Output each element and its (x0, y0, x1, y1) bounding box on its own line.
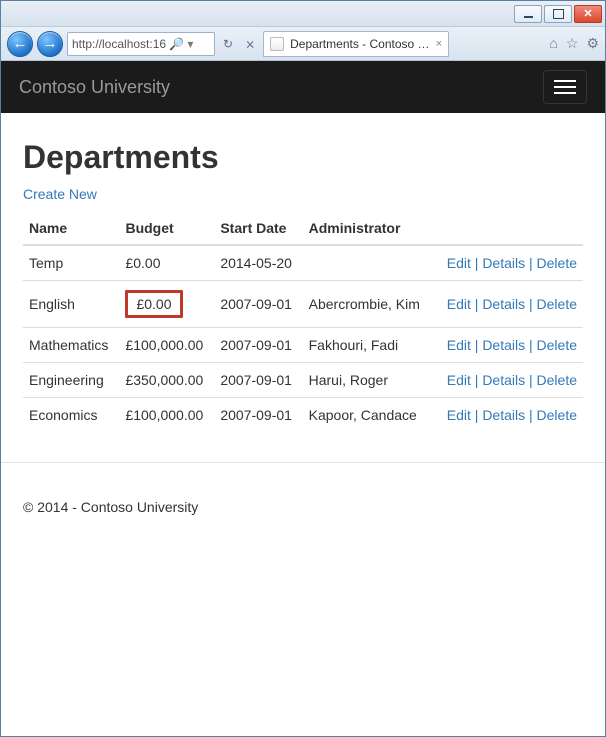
table-row: Mathematics£100,000.002007-09-01Fakhouri… (23, 328, 583, 363)
col-budget: Budget (119, 212, 214, 245)
details-link[interactable]: Details (482, 255, 525, 271)
hamburger-bar-icon (554, 92, 576, 94)
nav-toggle-button[interactable] (543, 70, 587, 104)
back-button[interactable]: ← (7, 31, 33, 57)
arrow-right-icon: → (43, 35, 58, 52)
tab-close-button[interactable]: × (436, 38, 442, 50)
page-viewport: Contoso University Departments Create Ne… (1, 61, 605, 736)
cell-budget: £0.00 (119, 245, 214, 281)
browser-window: ✕ ← → http://localhost:16 🔎 ▾ ↻ ⨯ Depart… (0, 0, 606, 737)
site-navbar: Contoso University (1, 61, 605, 113)
details-link[interactable]: Details (482, 372, 525, 388)
cell-admin: Fakhouri, Fadi (303, 328, 433, 363)
edit-link[interactable]: Edit (447, 255, 471, 271)
col-admin: Administrator (303, 212, 433, 245)
delete-link[interactable]: Delete (537, 296, 577, 312)
col-name: Name (23, 212, 119, 245)
table-row: Economics£100,000.002007-09-01Kapoor, Ca… (23, 398, 583, 433)
create-new-link[interactable]: Create New (23, 186, 97, 202)
address-bar[interactable]: http://localhost:16 🔎 ▾ (67, 32, 215, 56)
window-close-button[interactable]: ✕ (574, 5, 602, 23)
window-maximize-button[interactable] (544, 5, 572, 23)
cell-actions: Edit | Details | Delete (433, 363, 583, 398)
cell-actions: Edit | Details | Delete (433, 245, 583, 281)
table-row: Temp£0.002014-05-20 Edit | Details | Dele… (23, 245, 583, 281)
delete-link[interactable]: Delete (537, 407, 577, 423)
action-sep: | (525, 296, 536, 312)
col-actions (433, 212, 583, 245)
hamburger-bar-icon (554, 86, 576, 88)
action-sep: | (525, 255, 536, 271)
table-row: Engineering£350,000.002007-09-01Harui, R… (23, 363, 583, 398)
cell-start: 2007-09-01 (214, 363, 302, 398)
address-url: http://localhost:16 (72, 37, 166, 51)
favicon-icon (270, 37, 284, 51)
browser-tab[interactable]: Departments - Contoso Un... × (263, 31, 449, 57)
hamburger-bar-icon (554, 80, 576, 82)
footer-divider (1, 462, 605, 463)
cell-budget: £100,000.00 (119, 398, 214, 433)
edit-link[interactable]: Edit (447, 337, 471, 353)
details-link[interactable]: Details (482, 337, 525, 353)
cell-start: 2007-09-01 (214, 328, 302, 363)
budget-highlighted: £0.00 (125, 290, 182, 318)
cell-actions: Edit | Details | Delete (433, 398, 583, 433)
page-footer: © 2014 - Contoso University (1, 481, 605, 533)
action-sep: | (525, 337, 536, 353)
toolbar-right-icons: ⌂ ☆ ⚙ (549, 35, 599, 52)
cell-actions: Edit | Details | Delete (433, 281, 583, 328)
cell-actions: Edit | Details | Delete (433, 328, 583, 363)
edit-link[interactable]: Edit (447, 407, 471, 423)
gear-icon[interactable]: ⚙ (586, 35, 599, 52)
cell-admin: Kapoor, Candace (303, 398, 433, 433)
delete-link[interactable]: Delete (537, 337, 577, 353)
cell-name: English (23, 281, 119, 328)
cell-budget: £0.00 (119, 281, 214, 328)
delete-link[interactable]: Delete (537, 255, 577, 271)
arrow-left-icon: ← (13, 35, 28, 52)
cell-start: 2007-09-01 (214, 398, 302, 433)
departments-table: Name Budget Start Date Administrator Tem… (23, 212, 583, 432)
stop-button[interactable]: ⨯ (245, 37, 255, 51)
site-brand[interactable]: Contoso University (19, 77, 170, 98)
action-sep: | (471, 255, 482, 271)
cell-budget: £350,000.00 (119, 363, 214, 398)
forward-button[interactable]: → (37, 31, 63, 57)
cell-admin: Abercrombie, Kim (303, 281, 433, 328)
page-title: Departments (23, 139, 583, 176)
action-sep: | (525, 407, 536, 423)
favorites-icon[interactable]: ☆ (566, 35, 579, 52)
table-header-row: Name Budget Start Date Administrator (23, 212, 583, 245)
details-link[interactable]: Details (482, 296, 525, 312)
cell-start: 2007-09-01 (214, 281, 302, 328)
page-container: Departments Create New Name Budget Start… (1, 113, 605, 444)
action-sep: | (525, 372, 536, 388)
close-icon: ✕ (583, 7, 592, 20)
cell-name: Economics (23, 398, 119, 433)
action-sep: | (471, 296, 482, 312)
cell-name: Mathematics (23, 328, 119, 363)
refresh-button[interactable]: ↻ (223, 37, 233, 51)
edit-link[interactable]: Edit (447, 372, 471, 388)
edit-link[interactable]: Edit (447, 296, 471, 312)
col-start: Start Date (214, 212, 302, 245)
delete-link[interactable]: Delete (537, 372, 577, 388)
cell-budget: £100,000.00 (119, 328, 214, 363)
table-row: English£0.002007-09-01Abercrombie, KimEd… (23, 281, 583, 328)
cell-admin: Harui, Roger (303, 363, 433, 398)
window-minimize-button[interactable] (514, 5, 542, 23)
home-icon[interactable]: ⌂ (549, 35, 557, 52)
cell-name: Temp (23, 245, 119, 281)
action-sep: | (471, 372, 482, 388)
search-dropdown-icon: 🔎 ▾ (169, 37, 193, 51)
action-sep: | (471, 407, 482, 423)
action-sep: | (471, 337, 482, 353)
cell-admin (303, 245, 433, 281)
tab-title: Departments - Contoso Un... (290, 37, 430, 51)
browser-toolbar: ← → http://localhost:16 🔎 ▾ ↻ ⨯ Departme… (1, 27, 605, 61)
window-titlebar: ✕ (1, 1, 605, 27)
details-link[interactable]: Details (482, 407, 525, 423)
cell-start: 2014-05-20 (214, 245, 302, 281)
cell-name: Engineering (23, 363, 119, 398)
